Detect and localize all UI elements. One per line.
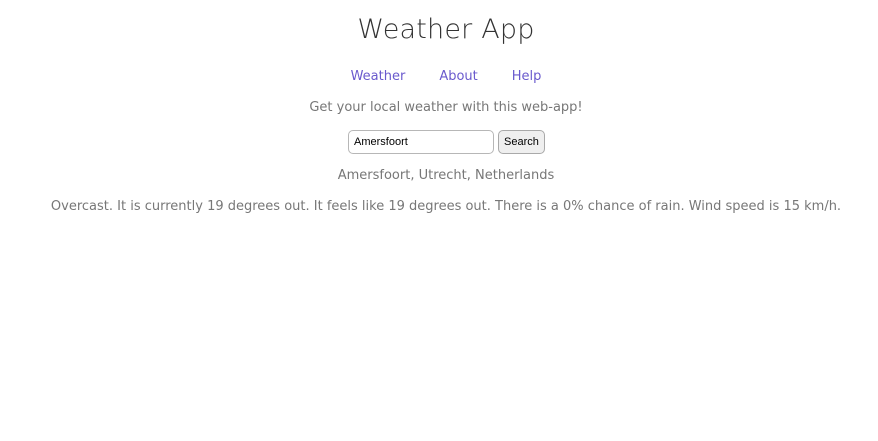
location-result: Amersfoort, Utrecht, Netherlands xyxy=(337,168,555,183)
search-button[interactable]: Search xyxy=(498,130,545,154)
main-nav: Weather About Help xyxy=(0,69,878,84)
location-search-input[interactable] xyxy=(348,130,494,154)
intro-text: Get your local weather with this web-app… xyxy=(309,100,583,115)
nav-link-weather[interactable]: Weather xyxy=(351,69,406,84)
page-title: Weather App xyxy=(357,14,535,45)
weather-page: Weather App Weather About Help Get your … xyxy=(0,0,878,441)
search-form: Search xyxy=(348,130,545,154)
nav-link-about[interactable]: About xyxy=(439,69,477,84)
nav-link-help[interactable]: Help xyxy=(512,69,542,84)
forecast-text: Overcast. It is currently 19 degrees out… xyxy=(50,199,842,214)
